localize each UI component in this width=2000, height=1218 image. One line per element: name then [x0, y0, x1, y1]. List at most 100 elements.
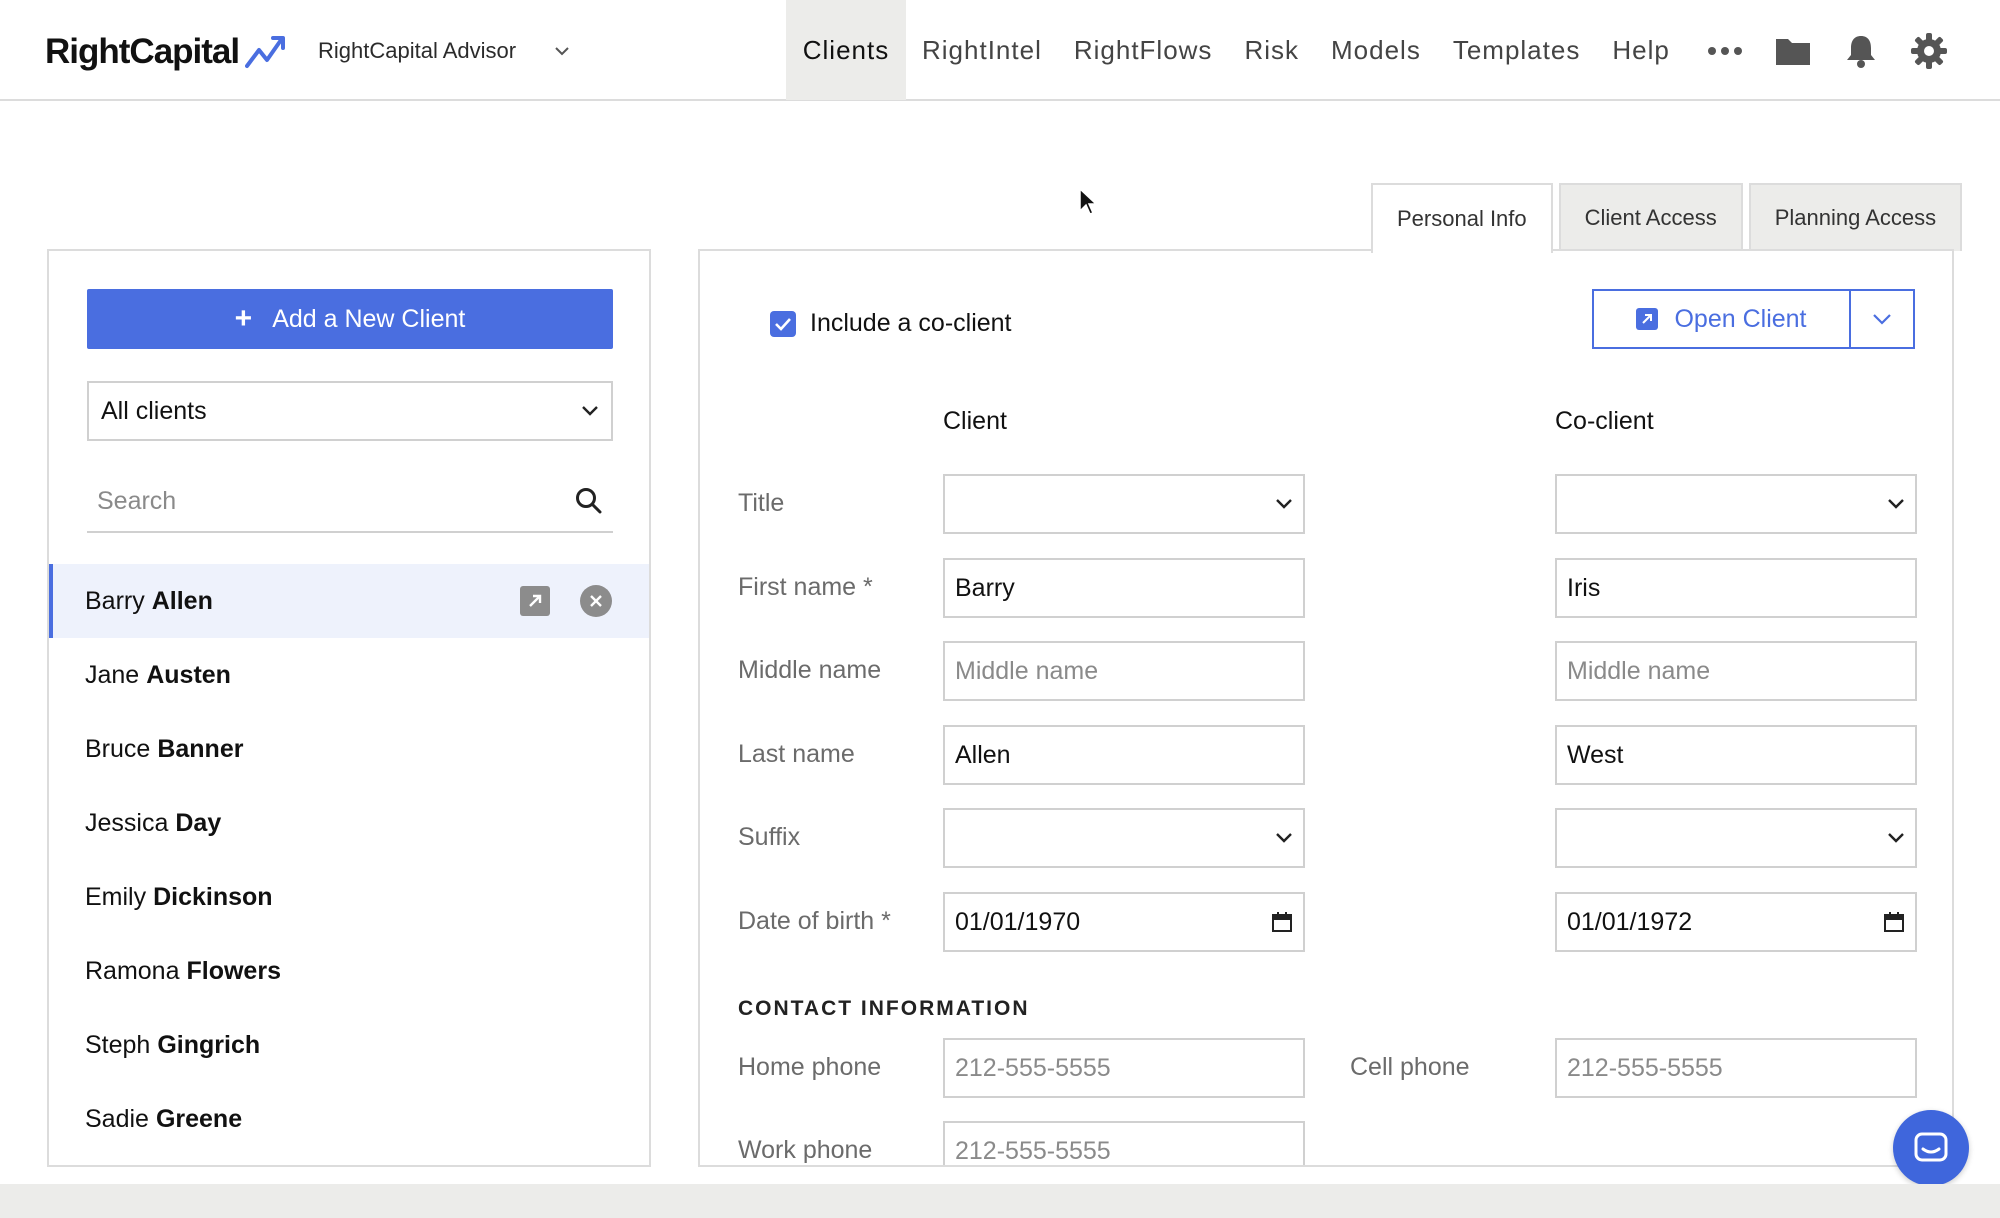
client-first-name: Barry: [85, 586, 145, 615]
nav-templates[interactable]: Templates: [1437, 0, 1597, 100]
coclient-first-name-input[interactable]: [1567, 573, 1905, 603]
nav-rightintel[interactable]: RightIntel: [906, 0, 1058, 100]
client-dob-value: 01/01/1970: [955, 907, 1081, 936]
client-last-name: Dickinson: [153, 882, 273, 911]
open-client-label: Open Client: [1674, 304, 1807, 333]
coclient-label: Include a co-client: [810, 309, 1012, 337]
client-dob-field[interactable]: 01/01/1970: [943, 892, 1305, 952]
coclient-checkbox[interactable]: [770, 310, 796, 337]
home-phone-field: [943, 1038, 1305, 1098]
advisor-name: RightCapital Advisor: [318, 38, 517, 63]
search-icon[interactable]: [575, 487, 603, 515]
client-first-name-input[interactable]: [955, 573, 1293, 603]
work-phone-field: [943, 1121, 1305, 1165]
logo-arrow-icon: [245, 36, 286, 68]
first-name-label: First name *: [738, 573, 873, 601]
client-first-name: Jessica: [85, 808, 169, 837]
coclient-suffix-select[interactable]: [1555, 808, 1917, 868]
client-last-name: Austen: [146, 660, 231, 689]
cell-phone-label: Cell phone: [1350, 1053, 1470, 1081]
chevron-down-icon: [555, 47, 569, 56]
nav-clients[interactable]: Clients: [786, 0, 906, 100]
main-nav: Clients RightIntel RightFlows Risk Model…: [786, 0, 1686, 100]
client-last-name-input[interactable]: [955, 740, 1293, 770]
top-navigation-bar: RightCapital RightCapital Advisor Client…: [0, 0, 2000, 101]
client-detail-tabs: Personal Info Client Access Planning Acc…: [1371, 183, 1963, 253]
coclient-first-name-field: [1555, 558, 1917, 618]
tab-personal-info[interactable]: Personal Info: [1371, 183, 1553, 253]
open-client-button[interactable]: Open Client: [1594, 291, 1849, 347]
client-last-name: Flowers: [186, 956, 281, 985]
client-row-steph-gingrich[interactable]: Steph Gingrich: [49, 1008, 649, 1082]
client-first-name: Sadie: [85, 1104, 149, 1133]
more-icon[interactable]: [1705, 31, 1745, 71]
nav-icon-group: [1705, 28, 1949, 74]
folder-icon[interactable]: [1773, 31, 1813, 71]
row-actions: [520, 585, 612, 617]
coclient-last-name-field: [1555, 725, 1917, 785]
rightcapital-logo[interactable]: RightCapital: [45, 30, 289, 74]
client-middle-name-input[interactable]: [955, 656, 1293, 686]
chat-launcher-button[interactable]: [1893, 1110, 1969, 1186]
client-filter-value: All clients: [101, 396, 207, 425]
nav-help[interactable]: Help: [1596, 0, 1685, 100]
add-new-client-button[interactable]: + Add a New Client: [87, 289, 613, 349]
client-row-ramona-flowers[interactable]: Ramona Flowers: [49, 934, 649, 1008]
personal-info-panel: Include a co-client Open Client Client C…: [698, 249, 1954, 1167]
client-title-select[interactable]: [943, 474, 1305, 534]
chevron-down-icon: [1873, 314, 1891, 325]
open-external-icon[interactable]: [520, 586, 550, 616]
client-row-jessica-day[interactable]: Jessica Day: [49, 786, 649, 860]
coclient-middle-name-input[interactable]: [1567, 656, 1905, 686]
page-bottom-edge: [0, 1184, 2000, 1218]
gear-icon[interactable]: [1909, 31, 1949, 71]
remove-client-icon[interactable]: [580, 585, 612, 617]
work-phone-input[interactable]: [955, 1136, 1293, 1165]
client-filter-select[interactable]: All clients: [87, 381, 613, 441]
calendar-icon[interactable]: [1271, 911, 1293, 933]
work-phone-label: Work phone: [738, 1136, 873, 1164]
client-list-panel: + Add a New Client All clients Barry All…: [47, 249, 651, 1167]
nav-rightflows[interactable]: RightFlows: [1058, 0, 1229, 100]
nav-models[interactable]: Models: [1315, 0, 1437, 100]
client-last-name: Banner: [157, 734, 244, 763]
client-first-name: Ramona: [85, 956, 180, 985]
client-first-name: Steph: [85, 1030, 151, 1059]
open-client-dropdown-toggle[interactable]: [1849, 291, 1913, 347]
contact-information-heading: CONTACT INFORMATION: [738, 997, 1030, 1020]
calendar-icon[interactable]: [1883, 911, 1905, 933]
cell-phone-input[interactable]: [1567, 1053, 1905, 1083]
include-coclient-toggle[interactable]: Include a co-client: [770, 309, 1012, 338]
nav-risk[interactable]: Risk: [1228, 0, 1315, 100]
client-row-jane-austen[interactable]: Jane Austen: [49, 638, 649, 712]
coclient-dob-value: 01/01/1972: [1567, 907, 1693, 936]
logo-text: RightCapital: [45, 32, 240, 71]
client-row-sadie-greene[interactable]: Sadie Greene: [49, 1082, 649, 1156]
coclient-last-name-input[interactable]: [1567, 740, 1905, 770]
tab-client-access[interactable]: Client Access: [1558, 183, 1743, 251]
bell-icon[interactable]: [1841, 31, 1881, 71]
open-external-icon: [1636, 308, 1659, 330]
home-phone-input[interactable]: [955, 1053, 1293, 1083]
advisor-selector[interactable]: RightCapital Advisor: [318, 36, 570, 66]
chevron-down-icon: [1888, 499, 1904, 509]
client-list: Barry Allen Jane Austen Bruce Banner Jes…: [49, 564, 649, 1156]
chevron-down-icon: [1276, 833, 1292, 843]
search-input[interactable]: [97, 486, 537, 516]
client-last-name: Gingrich: [157, 1030, 261, 1059]
tab-planning-access[interactable]: Planning Access: [1748, 183, 1963, 251]
client-last-name: Day: [175, 808, 222, 837]
check-icon: [775, 317, 791, 331]
client-row-emily-dickinson[interactable]: Emily Dickinson: [49, 860, 649, 934]
client-row-barry-allen[interactable]: Barry Allen: [49, 564, 649, 638]
chat-icon: [1914, 1132, 1948, 1162]
client-suffix-select[interactable]: [943, 808, 1305, 868]
coclient-dob-field[interactable]: 01/01/1972: [1555, 892, 1917, 952]
client-first-name: Emily: [85, 882, 147, 911]
client-search: [87, 471, 613, 533]
client-last-name: Greene: [155, 1104, 243, 1133]
coclient-title-select[interactable]: [1555, 474, 1917, 534]
cell-phone-field: [1555, 1038, 1917, 1098]
client-row-bruce-banner[interactable]: Bruce Banner: [49, 712, 649, 786]
title-label: Title: [738, 489, 785, 517]
